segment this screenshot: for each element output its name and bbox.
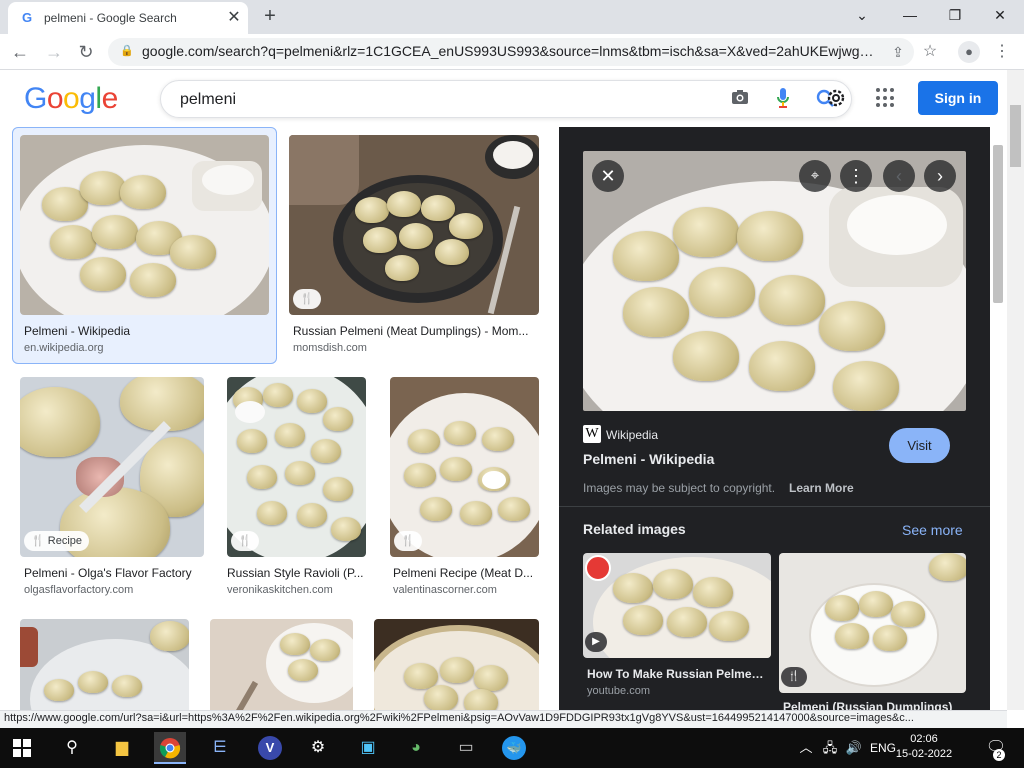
windows-start-icon[interactable] — [6, 732, 38, 764]
related-image-thumbnail[interactable]: ▶ — [583, 553, 771, 658]
image-result-selected[interactable]: Pelmeni - Wikipedia en.wikipedia.org — [12, 127, 277, 364]
clock-date: 15-02-2022 — [895, 748, 953, 760]
result-source[interactable]: momsdish.com — [293, 342, 539, 354]
result-title[interactable]: Russian Style Ravioli (P... — [227, 566, 366, 580]
result-source[interactable]: olgasflavorfactory.com — [24, 584, 204, 596]
bookmark-star-icon[interactable]: ☆ — [918, 40, 942, 64]
google-g-icon: G — [22, 10, 33, 25]
close-preview-icon[interactable]: ✕ — [592, 160, 624, 192]
network-app-icon[interactable]: ◕ — [400, 732, 432, 764]
app-icon[interactable]: ⋿ — [204, 732, 236, 764]
result-thumbnail[interactable] — [20, 619, 189, 710]
result-thumbnail[interactable] — [20, 135, 269, 315]
result-thumbnail[interactable] — [227, 377, 366, 557]
settings-gear-icon[interactable]: ⚙ — [302, 732, 334, 764]
fork-knife-icon: 🍴 — [231, 531, 259, 551]
clock[interactable]: 02:06 15-02-2022 — [888, 732, 960, 762]
search-input[interactable]: pelmeni — [180, 91, 236, 109]
terminal-icon[interactable]: ▭ — [450, 732, 482, 764]
tab-title: pelmeni - Google Search — [44, 11, 177, 25]
browser-tab[interactable]: G pelmeni - Google Search ✕ — [8, 2, 248, 34]
preview-image[interactable] — [583, 151, 966, 411]
fork-knife-icon: 🍴 — [293, 289, 321, 309]
result-thumbnail[interactable] — [210, 619, 353, 710]
wikipedia-icon: W — [583, 425, 601, 443]
result-source[interactable]: en.wikipedia.org — [24, 342, 264, 354]
related-title[interactable]: Pelmeni (Russian Dumplings) — [783, 700, 963, 710]
sign-in-button[interactable]: Sign in — [918, 81, 998, 115]
minimize-button[interactable]: — — [890, 4, 930, 26]
search-icon[interactable]: ⚲ — [56, 732, 88, 764]
preview-title[interactable]: Pelmeni - Wikipedia — [583, 451, 714, 467]
google-logo[interactable]: Google — [24, 82, 118, 116]
browser-menu-icon[interactable]: ⋮ — [990, 40, 1014, 64]
source-name[interactable]: Wikipedia — [606, 428, 658, 442]
copyright-notice: Images may be subject to copyright. — [583, 481, 776, 495]
reload-icon[interactable]: ↻ — [74, 40, 98, 64]
play-icon: ▶ — [585, 632, 607, 652]
fork-knife-icon: 🍴 — [394, 531, 422, 551]
learn-more-link[interactable]: Learn More — [789, 481, 854, 495]
logo-letter: g — [79, 82, 96, 115]
result-thumbnail[interactable] — [289, 135, 539, 315]
status-url: https://www.google.com/url?sa=i&url=http… — [4, 712, 914, 724]
page-scrollbar-thumb[interactable] — [1010, 105, 1021, 167]
result-thumbnail[interactable] — [20, 377, 204, 557]
result-title[interactable]: Pelmeni - Wikipedia — [24, 324, 264, 338]
more-options-icon[interactable]: ⋮ — [840, 160, 872, 192]
notification-count: 2 — [993, 749, 1005, 761]
result-title[interactable]: Russian Pelmeni (Meat Dumplings) - Mom..… — [293, 324, 539, 338]
chrome-icon[interactable] — [154, 732, 186, 764]
see-more-link[interactable]: See more — [902, 522, 963, 538]
microphone-icon[interactable] — [776, 87, 790, 109]
result-thumbnail[interactable] — [390, 377, 539, 557]
fork-knife-icon: 🍴 — [781, 667, 807, 687]
related-images-heading: Related images — [583, 521, 686, 537]
share-icon[interactable]: ⇪ — [886, 40, 910, 64]
lock-icon[interactable]: 🔒 — [120, 44, 134, 57]
docker-icon[interactable]: 🐳 — [498, 732, 530, 764]
image-result[interactable]: 🍴 Russian Pelmeni (Meat Dumplings) - Mom… — [289, 135, 539, 357]
related-image-thumbnail[interactable]: 🍴 — [779, 553, 966, 693]
image-result[interactable]: 🍴 Russian Style Ravioli (P... veronikask… — [227, 377, 366, 599]
logo-letter: o — [46, 82, 64, 115]
result-source[interactable]: veronikaskitchen.com — [227, 584, 366, 596]
related-title[interactable]: How To Make Russian Pelmeni... — [587, 667, 767, 681]
url-text[interactable]: google.com/search?q=pelmeni&rlz=1C1GCEA_… — [142, 43, 878, 59]
result-title[interactable]: Pelmeni Recipe (Meat D... — [393, 566, 539, 580]
logo-letter: e — [101, 82, 119, 115]
clock-time: 02:06 — [910, 733, 938, 745]
lens-search-icon[interactable]: ⌖ — [799, 160, 831, 192]
google-apps-icon[interactable] — [876, 88, 896, 108]
forward-arrow-icon[interactable]: → — [42, 40, 66, 64]
result-thumbnail[interactable] — [374, 619, 539, 710]
image-result[interactable]: 🍴 Pelmeni Recipe (Meat D... valentinasco… — [390, 377, 539, 599]
result-source[interactable]: valentinascorner.com — [393, 584, 539, 596]
vpn-app-icon[interactable]: V — [254, 732, 286, 764]
profile-avatar-icon[interactable]: ● — [958, 41, 980, 63]
back-arrow-icon[interactable]: ← — [8, 40, 32, 64]
restore-button[interactable]: ❐ — [935, 4, 975, 26]
search-settings-icon[interactable] — [814, 86, 846, 110]
camera-icon[interactable] — [731, 89, 751, 107]
new-tab-button[interactable]: + — [258, 5, 282, 29]
tab-search-icon[interactable]: ⌄ — [842, 4, 882, 26]
visit-button[interactable]: Visit — [889, 428, 950, 463]
divider — [559, 506, 990, 507]
result-title[interactable]: Pelmeni - Olga's Flavor Factory — [24, 566, 204, 580]
recipe-badge: 🍴 Recipe — [24, 531, 90, 551]
next-image-icon[interactable]: › — [924, 160, 956, 192]
previous-image-icon[interactable]: ‹ — [883, 160, 915, 192]
recipe-badge-label: Recipe — [47, 535, 83, 547]
related-source[interactable]: youtube.com — [587, 685, 650, 697]
panel-scrollbar-thumb[interactable] — [993, 145, 1003, 303]
tab-close-icon[interactable]: ✕ — [224, 8, 244, 28]
file-explorer-icon[interactable]: ▆ — [106, 732, 138, 764]
close-window-button[interactable]: ✕ — [980, 4, 1020, 26]
app-icon[interactable]: ▣ — [352, 732, 384, 764]
logo-letter: G — [24, 82, 47, 115]
logo-letter: o — [63, 82, 80, 115]
image-result[interactable]: 🍴 Recipe Pelmeni - Olga's Flavor Factory… — [20, 377, 204, 599]
